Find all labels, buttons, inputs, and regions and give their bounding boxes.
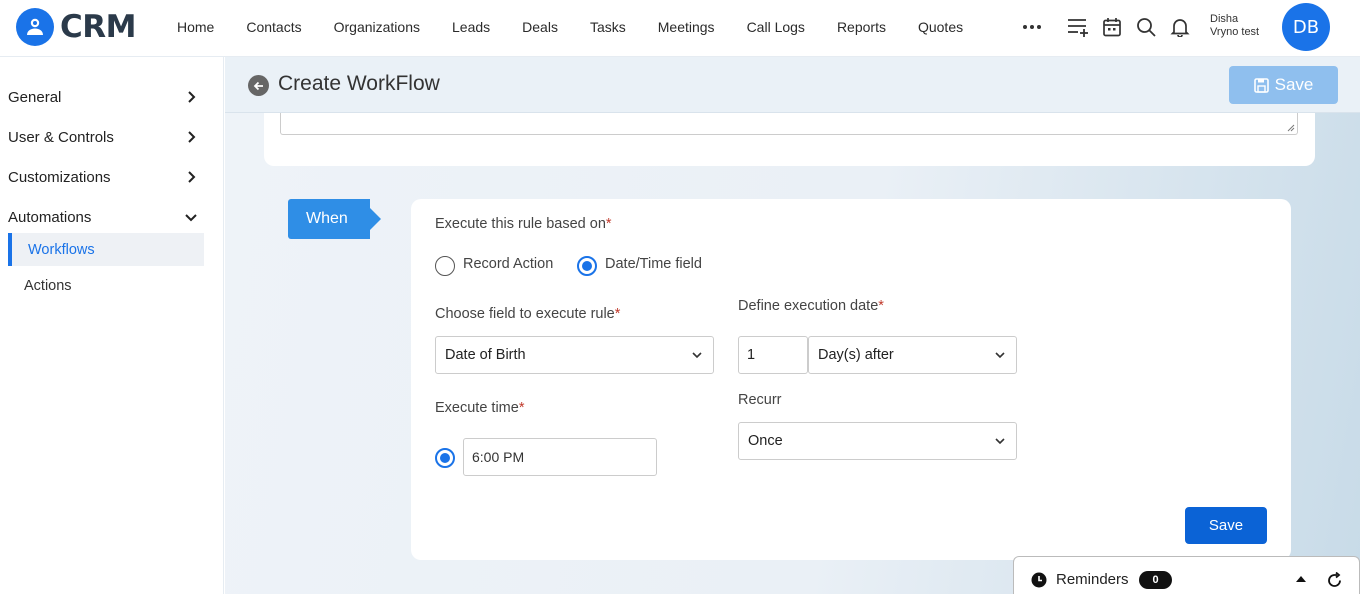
user-first-name: Disha [1210,13,1239,25]
date-time-field-label[interactable]: Date/Time field [605,256,702,272]
settings-sidebar: General User & Controls Customizations A… [0,57,224,594]
nav-quotes[interactable]: Quotes [902,19,979,35]
field-label: Choose field to execute rule* [435,306,620,322]
description-textarea[interactable] [280,113,1298,135]
header-save-label: Save [1274,75,1314,94]
sidebar-item-label: Automations [8,208,92,226]
add-list-icon[interactable] [1066,15,1090,39]
floppy-disk-icon [1253,77,1269,93]
recur-select-value: Once [748,433,783,449]
ellipsis-icon[interactable] [1020,15,1044,39]
chevron-down-icon [995,352,1005,359]
execute-time-radio[interactable] [435,448,455,468]
save-button[interactable]: Save [1185,507,1267,544]
chevron-down-icon [185,214,197,222]
field-label-text: Choose field to execute rule [435,306,615,322]
required-mark: * [605,216,612,232]
app-logo[interactable]: CRM [16,8,136,46]
back-button[interactable] [248,75,269,96]
date-time-field-radio[interactable] [577,256,597,276]
field-select-value: Date of Birth [445,347,526,363]
sidebar-item-label: User & Controls [8,128,114,146]
nav-leads[interactable]: Leads [436,19,506,35]
required-mark: * [614,306,621,322]
recur-select[interactable]: Once [738,422,1017,460]
main-content: Create WorkFlow Save When Execute this r… [225,57,1360,594]
header-save-button[interactable]: Save [1229,66,1338,104]
description-card [264,113,1315,166]
execution-date-text: Define execution date [738,298,879,314]
calendar-icon[interactable] [1100,15,1124,39]
rule-basis-label: Execute this rule based on* [435,216,612,232]
execute-time-label: Execute time* [435,400,524,416]
when-section-tag: When [288,199,381,239]
nav-deals[interactable]: Deals [506,19,574,35]
reminders-count-badge: 0 [1139,571,1172,589]
sidebar-item-label: General [8,88,62,106]
nav-organizations[interactable]: Organizations [318,19,436,35]
sidebar-item-automations[interactable]: Automations [8,205,204,229]
resize-grip-icon[interactable] [1287,124,1295,132]
brand-name: CRM [60,9,136,45]
user-org: Vryno test [1210,26,1260,38]
page-title: Create WorkFlow [278,72,440,95]
caret-up-icon[interactable] [1295,575,1307,583]
chevron-right-icon [188,91,196,103]
top-navbar: CRM Home Contacts Organizations Leads De… [0,0,1360,57]
chevron-down-icon [692,352,702,359]
sidebar-item-user-controls[interactable]: User & Controls [8,125,204,149]
main-nav: Home Contacts Organizations Leads Deals … [161,0,979,54]
rule-basis-text: Execute this rule based on [435,216,606,232]
nav-meetings[interactable]: Meetings [642,19,731,35]
refresh-icon[interactable] [1326,572,1343,589]
recur-label: Recurr [738,392,782,408]
record-action-radio[interactable] [435,256,455,276]
user-name: Disha Vryno test [1210,13,1259,39]
nav-contacts[interactable]: Contacts [230,19,317,35]
sidebar-item-label: Customizations [8,168,111,186]
sidebar-item-label: Actions [24,277,72,294]
reminders-panel[interactable]: Reminders 0 [1013,556,1360,594]
logo-user-icon [16,8,54,46]
sidebar-item-actions[interactable]: Actions [8,269,204,302]
when-card: Execute this rule based on* Record Actio… [411,199,1291,560]
chevron-down-icon [995,438,1005,445]
execute-time-text: Execute time [435,400,519,416]
required-mark: * [518,400,525,416]
sidebar-item-customizations[interactable]: Customizations [8,165,204,189]
date-offset-input[interactable]: 1 [738,336,808,374]
page-header: Create WorkFlow Save [225,57,1360,113]
bell-icon[interactable] [1168,15,1192,39]
execution-date-label: Define execution date* [738,298,884,314]
clock-icon [1031,572,1047,588]
top-icon-group [1020,0,1202,54]
nav-tasks[interactable]: Tasks [574,19,642,35]
nav-home[interactable]: Home [161,19,230,35]
reminders-label: Reminders [1056,571,1129,588]
search-icon[interactable] [1134,15,1158,39]
date-unit-select[interactable]: Day(s) after [808,336,1017,374]
nav-call-logs[interactable]: Call Logs [731,19,821,35]
nav-reports[interactable]: Reports [821,19,902,35]
required-mark: * [878,298,884,314]
record-action-label[interactable]: Record Action [463,256,553,272]
date-unit-value: Day(s) after [818,347,894,363]
sidebar-item-general[interactable]: General [8,85,204,109]
field-select[interactable]: Date of Birth [435,336,714,374]
sidebar-item-workflows[interactable]: Workflows [8,233,204,266]
arrow-left-icon [253,81,263,90]
chevron-right-icon [188,131,196,143]
avatar[interactable]: DB [1282,3,1330,51]
sidebar-item-label: Workflows [28,241,95,258]
execute-time-input[interactable]: 6:00 PM [463,438,657,476]
chevron-right-icon [188,171,196,183]
